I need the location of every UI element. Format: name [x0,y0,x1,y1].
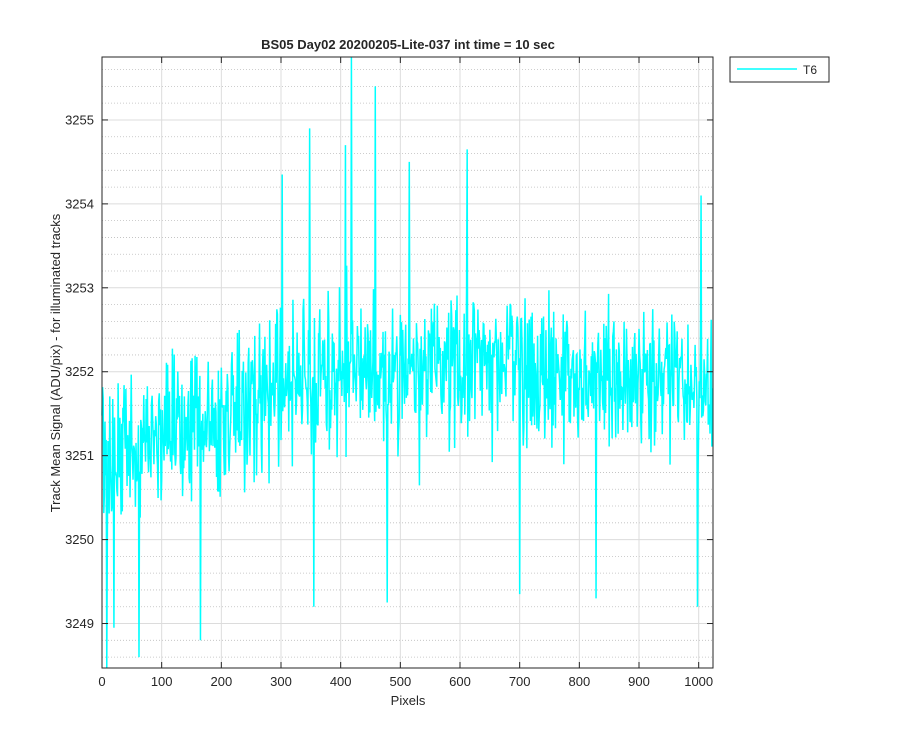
x-tick-label: 300 [270,674,292,689]
x-tick-label: 700 [509,674,531,689]
x-tick-label: 500 [389,674,411,689]
y-tick-label: 3252 [65,364,94,379]
y-tick-label: 3253 [65,280,94,295]
y-tick-label: 3250 [65,532,94,547]
x-tick-label: 0 [98,674,105,689]
y-axis-label: Track Mean Signal (ADU/pix) - for illumi… [48,213,63,512]
y-tick-label: 3254 [65,196,94,211]
x-tick-label: 100 [151,674,173,689]
x-tick-label: 1000 [684,674,713,689]
y-tick-label: 3255 [65,112,94,127]
chart-figure: 0 100 200 300 400 500 600 700 800 900 1000 3249 325… [0,0,900,750]
x-tick-label: 400 [330,674,352,689]
x-tick-label: 200 [210,674,232,689]
legend: T6 [729,56,830,83]
chart-title: BS05 Day02 20200205-Lite-037 int time = … [261,37,555,52]
x-tick-label: 600 [449,674,471,689]
legend-label-t6: T6 [803,63,817,77]
y-tick-label: 3249 [65,616,94,631]
x-tick-label: 800 [568,674,590,689]
y-tick-label: 3251 [65,448,94,463]
x-tick-label: 900 [628,674,650,689]
x-axis-label: Pixels [391,693,426,708]
